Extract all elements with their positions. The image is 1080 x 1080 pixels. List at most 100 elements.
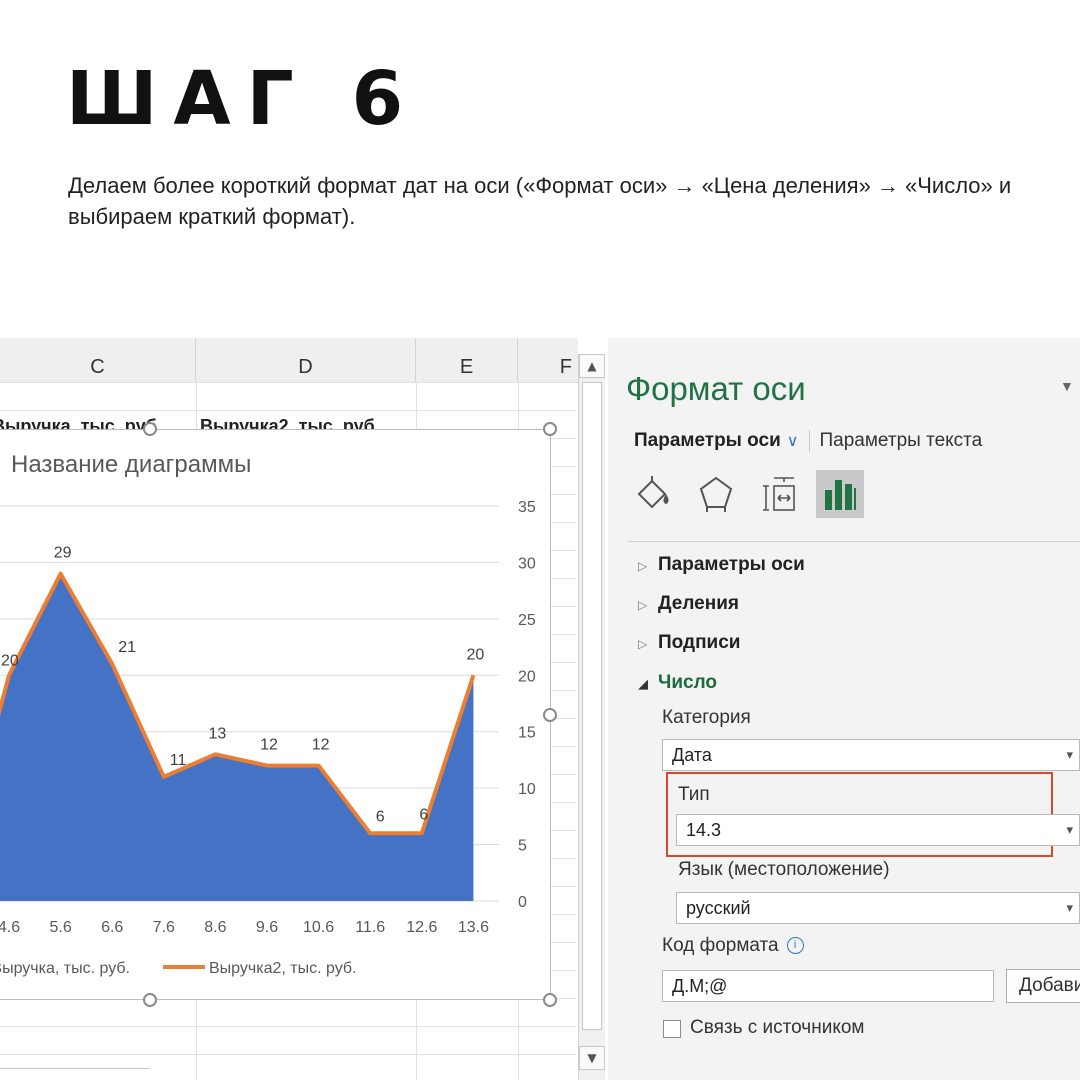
category-value: Дата <box>672 745 712 765</box>
vertical-scrollbar[interactable]: ▲ ▼ <box>578 354 605 1080</box>
pane-options-icon[interactable]: ▼ <box>1060 378 1074 394</box>
type-value: 14.3 <box>686 820 722 840</box>
section-label: Число <box>658 672 718 693</box>
link-source-checkbox[interactable] <box>663 1020 681 1038</box>
resize-handle-top-right[interactable] <box>543 422 557 436</box>
x-tick-label: 11.6 <box>355 919 385 936</box>
bar-chart-axis-options-icon[interactable] <box>816 470 864 518</box>
pane-divider <box>628 541 1080 542</box>
fill-bucket-icon[interactable] <box>630 470 678 518</box>
pane-tabs: Параметры оси ∨ Параметры текста <box>634 430 982 452</box>
legend-entry-revenue2: Выручка2, тыс. руб. <box>209 960 357 977</box>
language-dropdown[interactable]: русский ▾ <box>676 892 1080 924</box>
column-header-d[interactable]: D <box>196 338 416 382</box>
area-series-revenue <box>0 573 474 901</box>
x-tick-label: 13.6 <box>458 919 489 936</box>
data-label: 11 <box>170 752 187 769</box>
info-icon[interactable]: i <box>786 937 804 954</box>
tab-text-options[interactable]: Параметры текста <box>820 430 983 451</box>
data-label: 13 <box>209 725 227 742</box>
section-label: Подписи <box>658 632 741 653</box>
y-tick-label: 20 <box>518 668 536 685</box>
y-tick-label: 5 <box>518 838 527 855</box>
step-heading: ШАГ 6 <box>66 56 420 142</box>
dropdown-arrow-icon[interactable]: ▾ <box>1066 815 1073 845</box>
resize-handle-bottom-right[interactable] <box>543 993 557 1007</box>
grid-row-line <box>0 382 576 383</box>
x-tick-label: 6.6 <box>101 919 123 936</box>
legend-entry-revenue: Выручка, тыс. руб. <box>0 960 130 977</box>
grid-row-line <box>0 1026 576 1027</box>
section-label: Параметры оси <box>658 554 805 575</box>
add-format-button[interactable]: Добавить <box>1006 969 1080 1003</box>
data-label: 6 <box>419 806 428 823</box>
data-label: 20 <box>1 652 19 669</box>
resize-handle-top[interactable] <box>143 422 157 436</box>
format-code-label-text: Код формата <box>662 935 779 956</box>
data-label: 12 <box>260 737 278 754</box>
x-tick-label: 10.6 <box>303 919 334 936</box>
chart-area[interactable]: Название диаграммы 0 5 10 15 20 25 30 35 20 29 21 11… <box>0 429 551 1000</box>
resize-handle-bottom[interactable] <box>143 993 157 1007</box>
grid-row-line <box>0 410 576 411</box>
y-tick-label: 10 <box>518 781 536 798</box>
scroll-thumb[interactable] <box>582 382 602 1030</box>
grid-row-line <box>0 1054 576 1055</box>
chevron-down-icon[interactable]: ∨ <box>787 433 799 450</box>
pane-title: Формат оси <box>626 370 806 407</box>
chart-title: Название диаграммы <box>11 451 251 478</box>
x-tick-label: 9.6 <box>256 919 278 936</box>
pentagon-effects-icon[interactable] <box>692 470 740 518</box>
section-ticks[interactable]: ▷ Деления <box>638 593 739 615</box>
expand-triangle-icon: ▷ <box>638 559 648 573</box>
y-tick-label: 25 <box>518 612 536 629</box>
resize-handle-right[interactable] <box>543 708 557 722</box>
y-tick-label: 35 <box>518 499 536 516</box>
column-header-e[interactable]: E <box>416 338 518 382</box>
data-label: 29 <box>54 545 72 562</box>
section-number[interactable]: ◢ Число <box>638 672 717 694</box>
type-label: Тип <box>678 784 710 805</box>
sheet-tabs-bar <box>0 1068 150 1080</box>
tab-separator <box>808 430 810 452</box>
tab-axis-options[interactable]: Параметры оси <box>634 430 781 451</box>
type-dropdown[interactable]: 14.3 ▾ <box>676 814 1080 846</box>
y-tick-label: 0 <box>518 894 527 911</box>
x-tick-label: 4.6 <box>0 919 20 936</box>
column-header-f[interactable]: F <box>518 338 578 382</box>
dropdown-arrow-icon[interactable]: ▾ <box>1066 740 1073 770</box>
x-tick-label: 7.6 <box>153 919 175 936</box>
y-tick-label: 30 <box>518 555 536 572</box>
x-tick-label: 5.6 <box>49 919 71 936</box>
expand-triangle-icon: ▷ <box>638 637 648 651</box>
collapse-triangle-icon: ◢ <box>638 676 648 691</box>
format-axis-pane: Формат оси ▼ Параметры оси ∨ Параметры тек… <box>608 338 1080 1080</box>
x-tick-label: 12.6 <box>406 919 437 936</box>
size-properties-icon[interactable] <box>754 470 802 518</box>
data-label: 6 <box>376 808 385 825</box>
format-code-value: Д.М;@ <box>672 976 728 996</box>
format-code-label: Код формата i <box>662 935 804 957</box>
section-label: Деления <box>658 593 739 614</box>
dropdown-arrow-icon[interactable]: ▾ <box>1066 893 1073 923</box>
section-labels[interactable]: ▷ Подписи <box>638 632 740 654</box>
scroll-down-icon[interactable]: ▼ <box>579 1046 605 1070</box>
chart-svg: Название диаграммы 0 5 10 15 20 25 30 35 20 29 21 11… <box>0 451 536 977</box>
language-label: Язык (местоположение) <box>678 859 890 880</box>
language-value: русский <box>686 898 751 918</box>
category-dropdown[interactable]: Дата ▾ <box>662 739 1080 771</box>
y-tick-label: 15 <box>518 725 536 742</box>
x-tick-label: 8.6 <box>204 919 226 936</box>
section-axis-options[interactable]: ▷ Параметры оси <box>638 554 805 576</box>
scroll-up-icon[interactable]: ▲ <box>579 354 605 378</box>
expand-triangle-icon: ▷ <box>638 598 648 612</box>
column-header-bar: C D E F <box>0 338 578 383</box>
category-label: Категория <box>662 707 751 728</box>
format-code-input[interactable]: Д.М;@ <box>662 970 994 1002</box>
step-description: Делаем более короткий формат дат на оси … <box>68 173 1012 229</box>
column-header-c[interactable]: C <box>0 338 196 382</box>
excel-screenshot: C D E F Выручка, тыс. руб. Выручка2, тыс… <box>0 338 1080 1080</box>
data-label: 21 <box>118 639 136 656</box>
data-label: 20 <box>467 646 485 663</box>
link-source-label[interactable]: Связь с источником <box>690 1017 864 1039</box>
